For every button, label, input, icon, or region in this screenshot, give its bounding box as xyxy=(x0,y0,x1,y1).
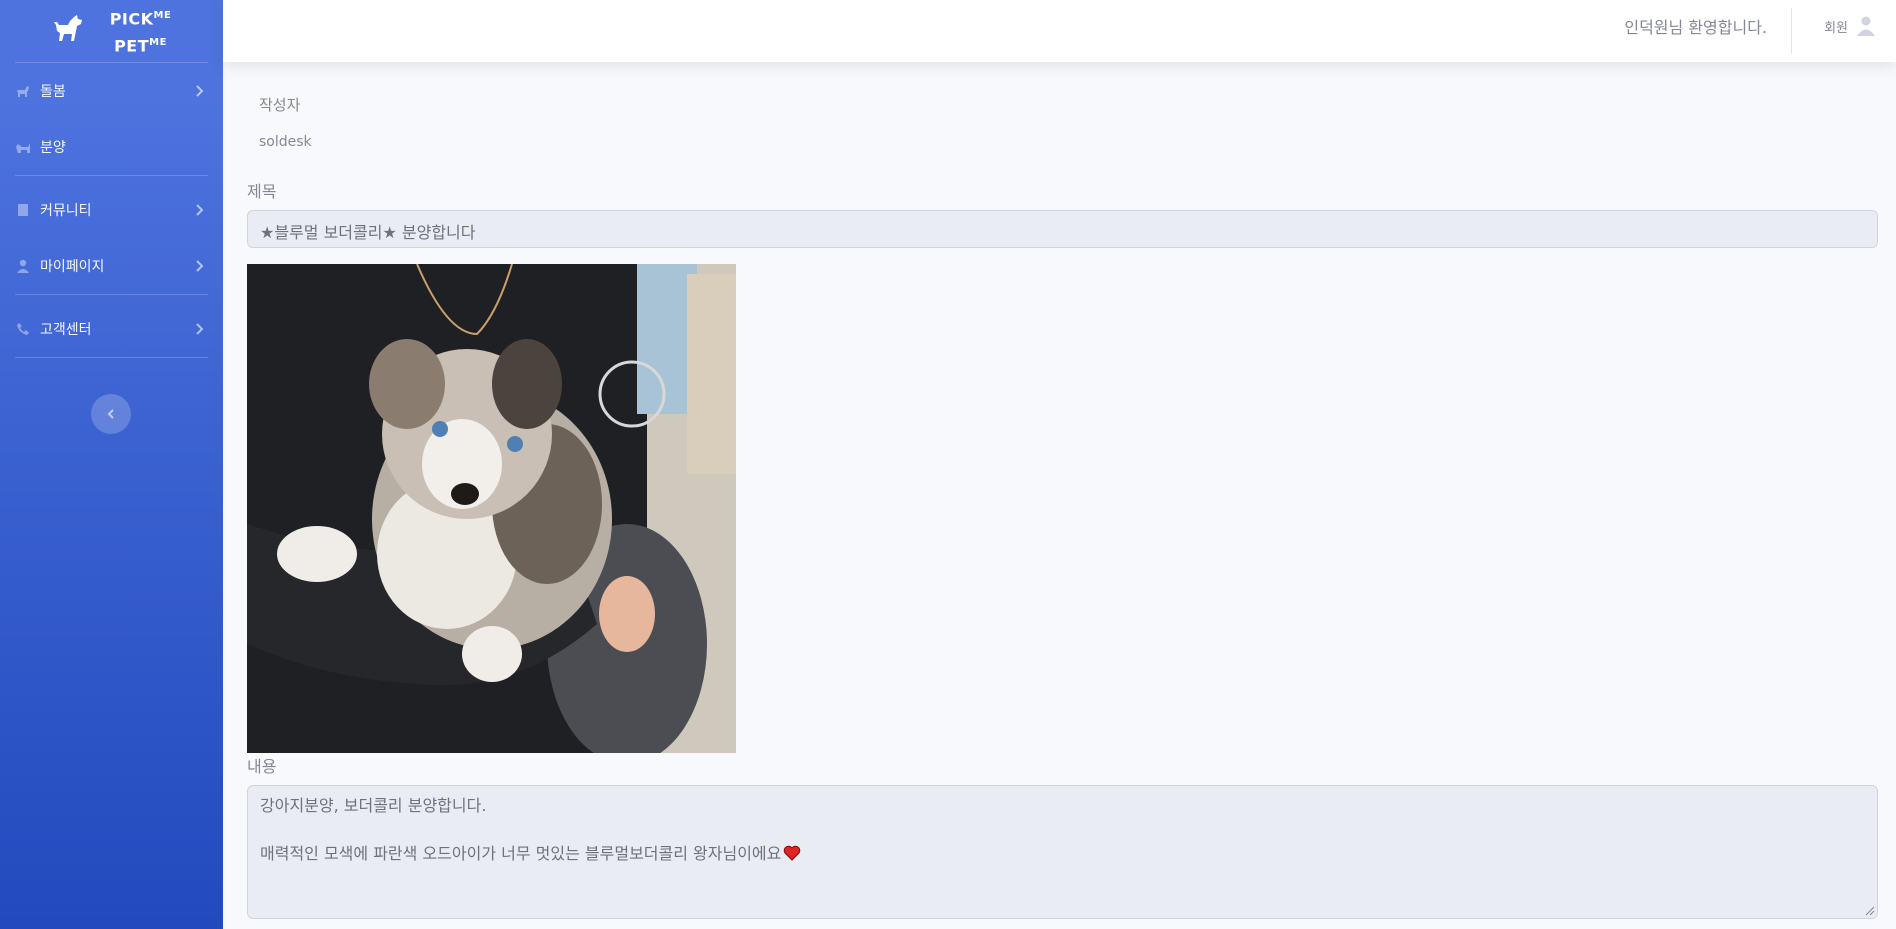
heart-icon xyxy=(784,845,801,861)
sidebar-item-support[interactable]: 고객센터 xyxy=(0,301,223,357)
content-line: 매력적인 모색에 파란색 오드아이가 너무 멋있는 블루멀보더콜리 왕자님이에요 xyxy=(260,842,1865,866)
dog-house-icon xyxy=(16,140,30,154)
chevron-right-icon xyxy=(196,85,204,97)
sidebar-item-mypage[interactable]: 마이페이지 xyxy=(0,238,223,294)
sidebar-item-care[interactable]: 돌봄 xyxy=(0,63,223,119)
phone-icon xyxy=(16,322,30,336)
content-field[interactable]: 강아지분양, 보더콜리 분양합니다. 매력적인 모색에 파란색 오드아이가 너무… xyxy=(247,785,1878,919)
sidebar-item-label: 분양 xyxy=(40,140,66,156)
topbar-divider xyxy=(1791,8,1792,54)
chevron-right-icon xyxy=(196,323,204,335)
sidebar-divider xyxy=(15,175,208,176)
author-value: soldesk xyxy=(259,134,312,150)
sidebar-item-label: 커뮤니티 xyxy=(40,203,92,219)
chevron-left-icon xyxy=(107,409,114,419)
brand-link[interactable]: PICKME PETME xyxy=(0,0,223,62)
sidebar: PICKME PETME 돌봄 분양 커뮤니티 마이페이지 고객센터 xyxy=(0,0,223,929)
resize-handle-icon[interactable] xyxy=(1865,906,1875,916)
chevron-right-icon xyxy=(196,260,204,272)
sidebar-toggle-button[interactable] xyxy=(91,394,131,434)
sidebar-item-community[interactable]: 커뮤니티 xyxy=(0,182,223,238)
content-line: 강아지분양, 보더콜리 분양합니다. xyxy=(260,796,487,815)
welcome-message: 인덕원님 환영합니다. xyxy=(1624,18,1767,37)
title-label: 제목 xyxy=(247,182,277,201)
sidebar-item-label: 고객센터 xyxy=(40,322,92,338)
author-label: 작성자 xyxy=(259,96,301,114)
title-field[interactable]: ★블루멀 보더콜리★ 분양합니다 xyxy=(247,210,1878,248)
sidebar-divider xyxy=(15,357,208,358)
brand-name: PICKME PETME xyxy=(109,9,172,56)
book-icon xyxy=(16,203,30,217)
member-label[interactable]: 회원 xyxy=(1824,17,1848,36)
user-icon[interactable] xyxy=(1857,16,1875,36)
puppy-photo xyxy=(247,264,736,753)
dog-logo-icon xyxy=(53,15,82,41)
sidebar-item-label: 마이페이지 xyxy=(40,259,105,275)
chevron-right-icon xyxy=(196,204,204,216)
content-line xyxy=(260,818,1865,842)
sidebar-item-label: 돌봄 xyxy=(40,84,66,100)
topbar: 인덕원님 환영합니다. 회원 xyxy=(223,0,1896,62)
user-icon xyxy=(16,259,30,273)
sidebar-divider xyxy=(15,294,208,295)
content-label: 내용 xyxy=(247,757,277,776)
sidebar-item-adoption[interactable]: 분양 xyxy=(0,119,223,175)
dog-icon xyxy=(16,84,30,98)
